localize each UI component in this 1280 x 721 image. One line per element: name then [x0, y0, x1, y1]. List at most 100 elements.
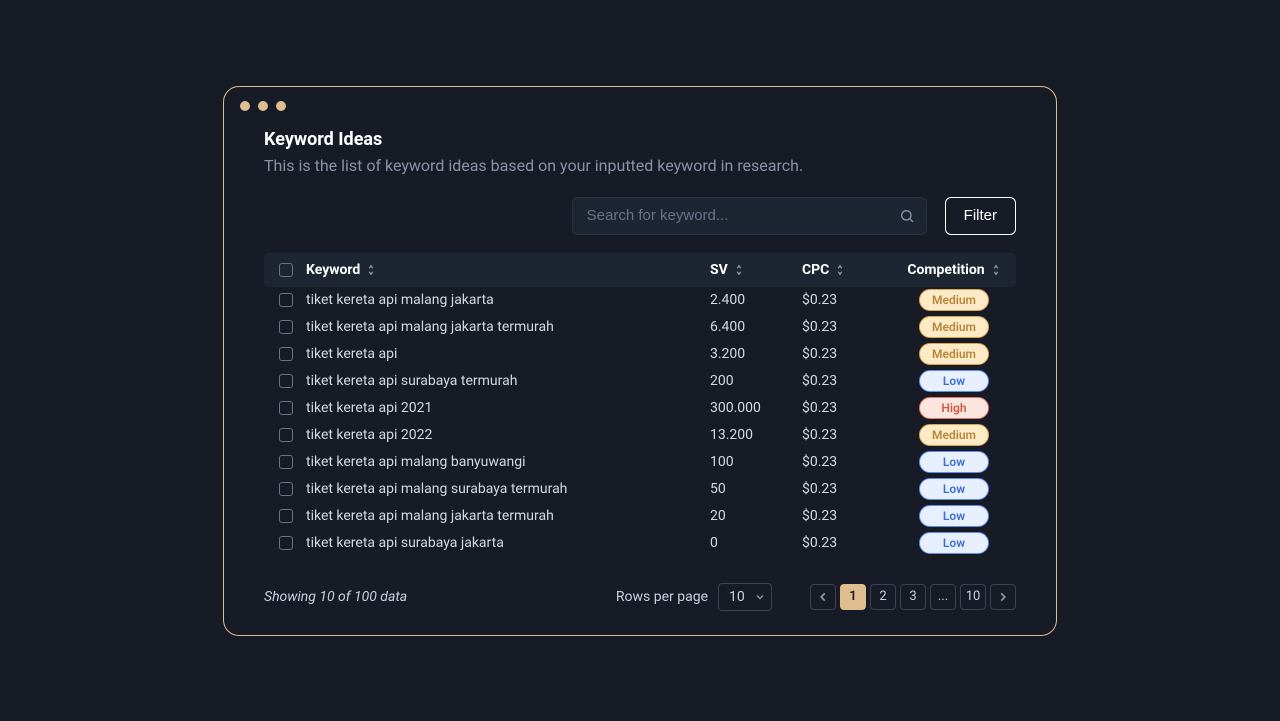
- competition-badge: Low: [919, 478, 989, 500]
- row-checkbox[interactable]: [279, 509, 293, 523]
- cell-cpc: $0.23: [802, 535, 894, 551]
- row-checkbox[interactable]: [279, 347, 293, 361]
- table-row: tiket kereta api malang jakarta termurah…: [264, 314, 1016, 341]
- col-label: Competition: [907, 262, 984, 278]
- table-row: tiket kereta api malang jakarta2.400$0.2…: [264, 287, 1016, 314]
- cell-cpc: $0.23: [802, 508, 894, 524]
- window-titlebar: [224, 87, 1056, 121]
- cell-cpc: $0.23: [802, 454, 894, 470]
- window-dot-minimize[interactable]: [258, 101, 268, 111]
- table-header: Keyword SV CPC Competition: [264, 253, 1016, 287]
- row-checkbox[interactable]: [279, 455, 293, 469]
- cell-sv: 50: [710, 481, 802, 497]
- cell-competition: Low: [894, 451, 1014, 473]
- page-prev[interactable]: [810, 584, 836, 610]
- row-checkbox[interactable]: [279, 320, 293, 334]
- row-checkbox[interactable]: [279, 293, 293, 307]
- cell-sv: 2.400: [710, 292, 802, 308]
- cell-competition: Medium: [894, 289, 1014, 311]
- keyword-ideas-window: Keyword Ideas This is the list of keywor…: [223, 86, 1057, 636]
- page-1[interactable]: 1: [840, 584, 866, 610]
- table-row: tiket kereta api3.200$0.23Medium: [264, 341, 1016, 368]
- col-competition[interactable]: Competition: [894, 262, 1014, 278]
- search-wrap: [572, 197, 927, 235]
- page-3[interactable]: 3: [900, 584, 926, 610]
- cell-sv: 20: [710, 508, 802, 524]
- competition-badge: Low: [919, 505, 989, 527]
- cell-sv: 100: [710, 454, 802, 470]
- table-row: tiket kereta api 202213.200$0.23 Medium: [264, 422, 1016, 449]
- table-row: tiket kereta api malang banyuwangi100$0.…: [264, 449, 1016, 476]
- cell-cpc: $0.23: [802, 346, 894, 362]
- col-label: Keyword: [306, 262, 360, 278]
- window-dot-maximize[interactable]: [276, 101, 286, 111]
- cell-keyword: tiket kereta api malang jakarta termurah: [306, 319, 710, 335]
- col-sv[interactable]: SV: [710, 262, 802, 278]
- table-row: tiket kereta api surabaya jakarta0$0.23L…: [264, 530, 1016, 557]
- cell-keyword: tiket kereta api 2022: [306, 427, 710, 443]
- competition-badge: Low: [919, 451, 989, 473]
- row-checkbox[interactable]: [279, 482, 293, 496]
- cell-sv: 300.000: [710, 400, 802, 416]
- cell-competition: Low: [894, 532, 1014, 554]
- cell-sv: 200: [710, 373, 802, 389]
- page-2[interactable]: 2: [870, 584, 896, 610]
- rpp-value: 10: [729, 589, 745, 605]
- cell-cpc: $0.23: [802, 373, 894, 389]
- cell-keyword: tiket kereta api malang banyuwangi: [306, 454, 710, 470]
- row-checkbox[interactable]: [279, 374, 293, 388]
- table-body: tiket kereta api malang jakarta2.400$0.2…: [264, 287, 1016, 557]
- competition-badge: Medium: [919, 316, 989, 338]
- search-input[interactable]: [572, 197, 927, 235]
- filter-button[interactable]: Filter: [945, 197, 1016, 235]
- cell-sv: 3.200: [710, 346, 802, 362]
- page-title: Keyword Ideas: [264, 129, 1016, 150]
- sort-icon: [991, 264, 1001, 276]
- table-row: tiket kereta api surabaya termurah200$0.…: [264, 368, 1016, 395]
- sort-icon: [835, 264, 845, 276]
- select-all-checkbox[interactable]: [279, 263, 293, 277]
- col-label: CPC: [802, 262, 829, 278]
- competition-badge: Medium: [919, 424, 989, 446]
- row-checkbox-cell: [266, 536, 306, 550]
- cell-cpc: $0.23: [802, 427, 894, 443]
- keyword-table: Keyword SV CPC Competition tiket kereta …: [264, 253, 1016, 557]
- sort-icon: [366, 264, 376, 276]
- cell-keyword: tiket kereta api surabaya termurah: [306, 373, 710, 389]
- cell-competition: Medium: [894, 343, 1014, 365]
- pagination: 123...10: [810, 584, 1016, 610]
- rows-per-page: Rows per page 10: [616, 583, 772, 611]
- competition-badge: High: [919, 397, 989, 419]
- table-footer: Showing 10 of 100 data Rows per page 10 …: [264, 583, 1016, 611]
- cell-keyword: tiket kereta api malang surabaya termura…: [306, 481, 710, 497]
- row-checkbox-cell: [266, 482, 306, 496]
- sort-icon: [734, 264, 744, 276]
- page-subtitle: This is the list of keyword ideas based …: [264, 156, 1016, 175]
- cell-sv: 13.200: [710, 427, 802, 443]
- row-checkbox-cell: [266, 401, 306, 415]
- cell-keyword: tiket kereta api malang jakarta termurah: [306, 508, 710, 524]
- cell-cpc: $0.23: [802, 319, 894, 335]
- window-dot-close[interactable]: [240, 101, 250, 111]
- row-checkbox-cell: [266, 509, 306, 523]
- competition-badge: Low: [919, 532, 989, 554]
- cell-cpc: $0.23: [802, 292, 894, 308]
- table-row: tiket kereta api malang jakarta termurah…: [264, 503, 1016, 530]
- select-all-cell: [266, 263, 306, 277]
- page-next[interactable]: [990, 584, 1016, 610]
- col-cpc[interactable]: CPC: [802, 262, 894, 278]
- competition-badge: Low: [919, 370, 989, 392]
- rpp-select[interactable]: 10: [718, 583, 772, 611]
- row-checkbox[interactable]: [279, 536, 293, 550]
- col-label: SV: [710, 262, 728, 278]
- row-checkbox-cell: [266, 293, 306, 307]
- page-10[interactable]: 10: [960, 584, 986, 610]
- row-checkbox[interactable]: [279, 428, 293, 442]
- row-checkbox[interactable]: [279, 401, 293, 415]
- toolbar: Filter: [264, 197, 1016, 235]
- cell-keyword: tiket kereta api malang jakarta: [306, 292, 710, 308]
- chevron-down-icon: [755, 592, 765, 602]
- page-ellipsis: ...: [930, 584, 956, 610]
- col-keyword[interactable]: Keyword: [306, 262, 710, 278]
- rpp-label: Rows per page: [616, 589, 708, 605]
